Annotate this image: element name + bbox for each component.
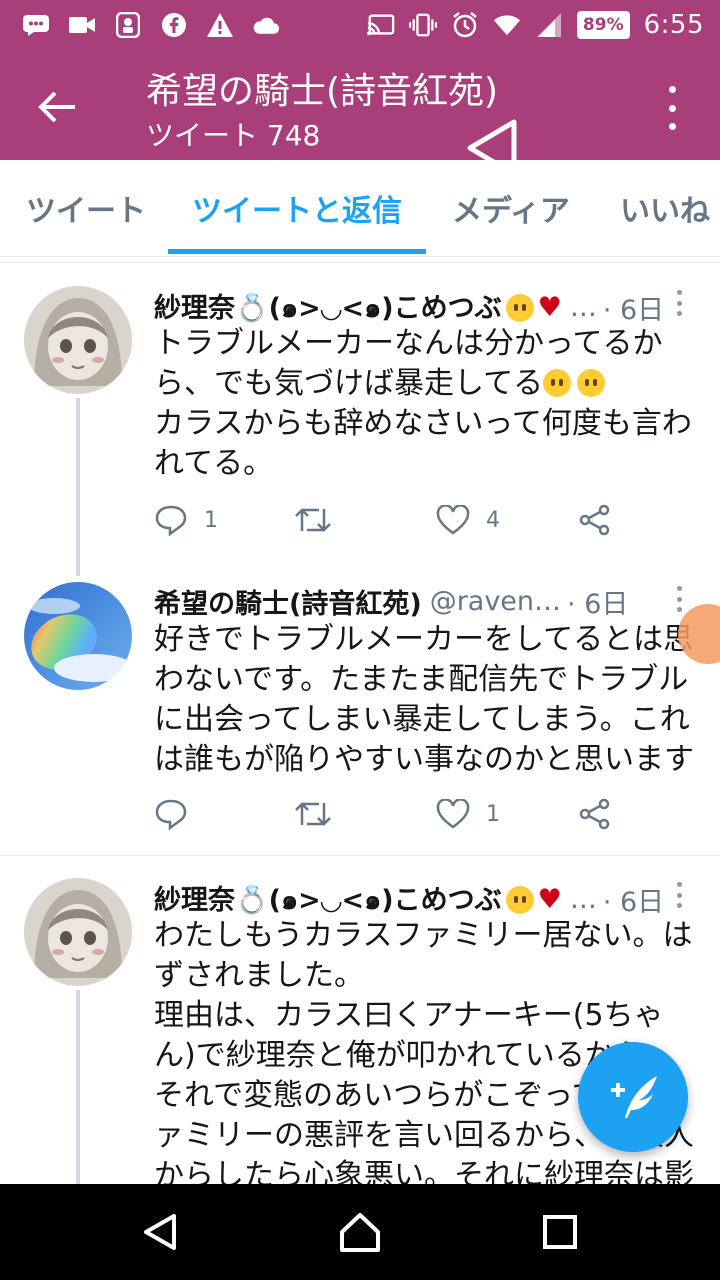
author-name[interactable]: 紗理奈💍(๑>◡<๑)こめつぶ xyxy=(154,878,502,921)
video-camera-icon xyxy=(68,11,96,39)
cell-signal-icon xyxy=(535,11,563,39)
reply-icon xyxy=(155,505,187,536)
tweet-time[interactable]: · 6日 xyxy=(603,880,664,919)
reply-button[interactable]: 1 xyxy=(154,500,218,540)
heart-icon xyxy=(436,505,470,535)
tweet-line: に出会ってしまい暴走してしまう。これ xyxy=(154,702,690,737)
profile-tabs: ツイート ツイートと返信 メディア いいね xyxy=(0,160,720,257)
neutral-face-emoji xyxy=(505,885,534,914)
nav-back-button[interactable] xyxy=(136,1208,184,1256)
author-name[interactable]: 紗理奈💍(๑>◡<๑)こめつぶ xyxy=(154,286,502,329)
tweet-time[interactable]: · 6日 xyxy=(567,582,628,621)
square-recents-icon xyxy=(543,1215,577,1249)
tweet-time[interactable]: · 6日 xyxy=(603,288,664,327)
avatar[interactable] xyxy=(24,582,132,690)
cloud-icon xyxy=(252,11,280,39)
avatar[interactable] xyxy=(24,878,132,986)
thread-line xyxy=(76,398,80,576)
profile-title: 希望の騎士(詩音紅苑) xyxy=(146,71,499,112)
tweet-line: わたしもうカラスファミリー居ない。は xyxy=(154,918,693,953)
divider xyxy=(0,262,720,263)
tweet-line: れてる。 xyxy=(154,446,274,481)
like-count: 1 xyxy=(486,801,500,827)
tweet-line: 理由は、カラス曰くアナーキー(5ちゃ xyxy=(154,998,664,1033)
reply-count: 1 xyxy=(204,507,218,533)
avatar[interactable] xyxy=(24,286,132,394)
tweet-text: 好きでトラブルメーカーをしてるとは思 わないです。たまたま配信先でトラブル に出… xyxy=(154,620,698,780)
retweet-icon xyxy=(295,508,331,532)
triangle-back-icon xyxy=(144,1214,176,1250)
wifi-icon xyxy=(493,11,521,39)
tweet-menu-button[interactable] xyxy=(676,882,682,908)
tweet-line: わないです。たまたま配信先でトラブル xyxy=(154,662,689,697)
retweet-button[interactable] xyxy=(294,500,332,540)
like-count: 4 xyxy=(486,507,500,533)
tweet-menu-button[interactable] xyxy=(676,586,682,612)
author-name[interactable]: 希望の騎士(詩音紅苑) xyxy=(154,582,422,621)
tweet-line: カラスからも辞めなさいって何度も言わ xyxy=(154,406,692,441)
nav-recents-button[interactable] xyxy=(536,1208,584,1256)
back-button[interactable] xyxy=(30,82,84,132)
avatar-sketch-image xyxy=(24,286,132,394)
facebook-icon xyxy=(160,11,188,39)
home-icon xyxy=(340,1213,380,1252)
tweet-menu-button[interactable] xyxy=(676,290,682,316)
tweet-actions: 1 xyxy=(154,794,624,834)
tab-media[interactable]: メディア xyxy=(452,160,570,256)
nav-home-button[interactable] xyxy=(336,1208,384,1256)
tweet-line: ずされました。 xyxy=(154,958,364,993)
neutral-face-emoji xyxy=(543,369,572,397)
app-notification-icon xyxy=(114,11,142,39)
share-button[interactable] xyxy=(578,500,612,540)
share-icon xyxy=(579,504,610,536)
divider xyxy=(0,855,720,856)
author-handle[interactable]: @raven… xyxy=(430,586,561,617)
retweet-button[interactable] xyxy=(294,794,332,834)
more-options-button[interactable] xyxy=(660,86,684,130)
retweet-icon xyxy=(295,802,331,826)
tweet-actions: 1 4 xyxy=(154,500,624,540)
author-handle[interactable]: … xyxy=(570,884,597,915)
cast-icon xyxy=(366,11,395,39)
app-bar: 希望の騎士(詩音紅苑) ツイート 748 xyxy=(0,50,720,160)
reply-icon xyxy=(155,799,187,830)
like-button[interactable]: 1 xyxy=(436,794,500,834)
neutral-face-emoji xyxy=(505,293,534,322)
status-bar: 89% 6:55 xyxy=(0,0,720,50)
share-button[interactable] xyxy=(578,794,612,834)
arrow-left-icon xyxy=(38,91,75,123)
tweet-line: トラブルメーカーなんは分かってるか xyxy=(154,326,663,361)
active-tab-indicator xyxy=(168,249,426,254)
tweet-line: 好きでトラブルメーカーをしてるとは思 xyxy=(154,622,694,657)
thread-line xyxy=(76,990,80,1184)
reply-button[interactable] xyxy=(154,794,204,834)
tweet-line: ら、でも気づけば暴走してる xyxy=(154,366,544,401)
red-heart-emoji: ♥ xyxy=(537,884,562,915)
alarm-icon xyxy=(451,11,479,39)
tab-likes[interactable]: いいね xyxy=(620,160,710,256)
tweet-text: トラブルメーカーなんは分かってるか ら、でも気づけば暴走してる カラスからも辞め… xyxy=(154,324,698,484)
messages-icon xyxy=(22,11,50,39)
battery-indicator: 89% xyxy=(576,11,630,39)
neutral-face-emoji xyxy=(577,369,606,397)
compose-tweet-icon xyxy=(611,1076,657,1118)
warning-icon xyxy=(206,11,234,39)
clock: 6:55 xyxy=(643,10,704,40)
avatar-rainbow-sky-image xyxy=(24,582,132,690)
vibrate-icon xyxy=(408,11,437,39)
tweet-count: ツイート 748 xyxy=(146,119,321,152)
system-nav-bar xyxy=(0,1184,720,1280)
heart-icon xyxy=(436,799,470,829)
tweet-line: は誰もが陥りやすい事なのかと思います xyxy=(154,742,694,777)
author-handle[interactable]: … xyxy=(570,292,597,323)
share-icon xyxy=(579,798,610,830)
red-heart-emoji: ♥ xyxy=(537,292,562,323)
avatar-sketch-image xyxy=(24,878,132,986)
tab-tweets-and-replies[interactable]: ツイートと返信 xyxy=(192,160,402,256)
like-button[interactable]: 4 xyxy=(436,500,500,540)
tab-tweets[interactable]: ツイート xyxy=(26,160,146,256)
compose-tweet-button[interactable] xyxy=(578,1042,688,1152)
